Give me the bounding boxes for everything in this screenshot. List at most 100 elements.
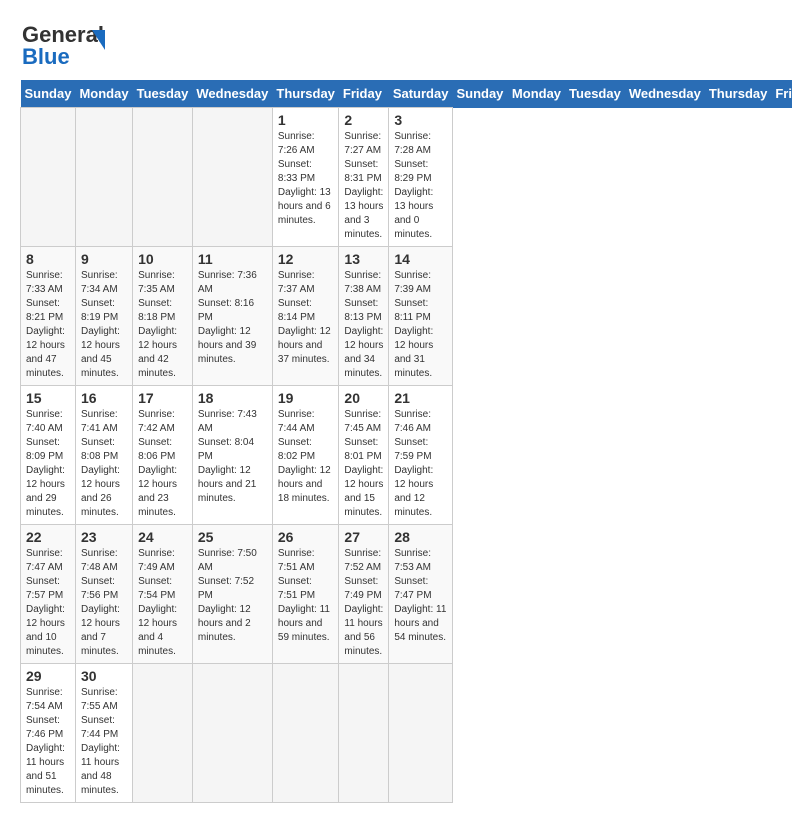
calendar-cell [272, 664, 339, 803]
day-header-sunday: Sunday [452, 80, 507, 108]
day-number: 22 [26, 529, 70, 545]
day-number: 21 [394, 390, 447, 406]
day-number: 10 [138, 251, 187, 267]
week-row-3: 22Sunrise: 7:47 AMSunset: 7:57 PMDayligh… [21, 525, 792, 664]
day-info: Sunrise: 7:54 AMSunset: 7:46 PMDaylight:… [26, 686, 70, 798]
day-info: Sunrise: 7:50 AMSunset: 7:52 PMDaylight:… [198, 547, 267, 645]
day-info: Sunrise: 7:33 AMSunset: 8:21 PMDaylight:… [26, 269, 70, 381]
day-number: 1 [278, 112, 334, 128]
logo-svg: GeneralBlue [20, 20, 110, 70]
calendar-cell: 20 Sunrise: 7:45 AMSunset: 8:01 PMDayligh… [339, 386, 389, 525]
day-number: 11 [198, 251, 267, 267]
day-number: 2 [344, 112, 383, 128]
calendar-table: SundayMondayTuesdayWednesdayThursdayFrid… [20, 80, 792, 803]
calendar-cell [389, 664, 453, 803]
day-header-friday: Friday [771, 80, 792, 108]
day-info: Sunrise: 7:45 AMSunset: 8:01 PMDaylight:… [344, 408, 383, 520]
day-info: Sunrise: 7:38 AMSunset: 8:13 PMDaylight:… [344, 269, 383, 381]
calendar-cell: 12 Sunrise: 7:37 AMSunset: 8:14 PMDayligh… [272, 247, 339, 386]
calendar-cell: 28 Sunrise: 7:53 AMSunset: 7:47 PMDayligh… [389, 525, 453, 664]
day-number: 25 [198, 529, 267, 545]
day-info: Sunrise: 7:28 AMSunset: 8:29 PMDaylight:… [394, 130, 447, 242]
day-number: 17 [138, 390, 187, 406]
day-info: Sunrise: 7:40 AMSunset: 8:09 PMDaylight:… [26, 408, 70, 520]
logo: GeneralBlue [20, 20, 110, 70]
day-header-friday: Friday [339, 80, 389, 108]
calendar-cell: 15 Sunrise: 7:40 AMSunset: 8:09 PMDayligh… [21, 386, 76, 525]
calendar-cell: 22Sunrise: 7:47 AMSunset: 7:57 PMDayligh… [21, 525, 76, 664]
day-info: Sunrise: 7:39 AMSunset: 8:11 PMDaylight:… [394, 269, 447, 381]
calendar-cell: 25 Sunrise: 7:50 AMSunset: 7:52 PMDayligh… [192, 525, 272, 664]
day-info: Sunrise: 7:34 AMSunset: 8:19 PMDaylight:… [81, 269, 127, 381]
day-header-saturday: Saturday [389, 80, 453, 108]
day-info: Sunrise: 7:37 AMSunset: 8:14 PMDaylight:… [278, 269, 334, 367]
day-header-wednesday: Wednesday [192, 80, 272, 108]
day-info: Sunrise: 7:42 AMSunset: 8:06 PMDaylight:… [138, 408, 187, 520]
calendar-cell: 11 Sunrise: 7:36 AMSunset: 8:16 PMDayligh… [192, 247, 272, 386]
day-number: 28 [394, 529, 447, 545]
day-info: Sunrise: 7:27 AMSunset: 8:31 PMDaylight:… [344, 130, 383, 242]
day-info: Sunrise: 7:36 AMSunset: 8:16 PMDaylight:… [198, 269, 267, 367]
day-info: Sunrise: 7:49 AMSunset: 7:54 PMDaylight:… [138, 547, 187, 659]
calendar-cell: 1 Sunrise: 7:26 AMSunset: 8:33 PMDaylight… [272, 108, 339, 247]
day-number: 20 [344, 390, 383, 406]
calendar-cell [75, 108, 132, 247]
week-row-4: 29 Sunrise: 7:54 AMSunset: 7:46 PMDayligh… [21, 664, 792, 803]
day-number: 14 [394, 251, 447, 267]
day-header-sunday: Sunday [21, 80, 76, 108]
day-number: 3 [394, 112, 447, 128]
calendar-cell: 29 Sunrise: 7:54 AMSunset: 7:46 PMDayligh… [21, 664, 76, 803]
day-info: Sunrise: 7:26 AMSunset: 8:33 PMDaylight:… [278, 130, 334, 228]
week-row-0: 1 Sunrise: 7:26 AMSunset: 8:33 PMDaylight… [21, 108, 792, 247]
header-row: SundayMondayTuesdayWednesdayThursdayFrid… [21, 80, 792, 108]
svg-text:Blue: Blue [22, 44, 70, 69]
day-number: 23 [81, 529, 127, 545]
calendar-cell: 18Sunrise: 7:43 AMSunset: 8:04 PMDayligh… [192, 386, 272, 525]
week-row-2: 15 Sunrise: 7:40 AMSunset: 8:09 PMDayligh… [21, 386, 792, 525]
calendar-cell: 21 Sunrise: 7:46 AMSunset: 7:59 PMDayligh… [389, 386, 453, 525]
day-number: 8 [26, 251, 70, 267]
calendar-cell: 16Sunrise: 7:41 AMSunset: 8:08 PMDayligh… [75, 386, 132, 525]
day-info: Sunrise: 7:35 AMSunset: 8:18 PMDaylight:… [138, 269, 187, 381]
calendar-cell: 14 Sunrise: 7:39 AMSunset: 8:11 PMDayligh… [389, 247, 453, 386]
day-header-tuesday: Tuesday [565, 80, 625, 108]
calendar-cell: 2 Sunrise: 7:27 AMSunset: 8:31 PMDaylight… [339, 108, 389, 247]
day-number: 18 [198, 390, 267, 406]
day-info: Sunrise: 7:51 AMSunset: 7:51 PMDaylight:… [278, 547, 334, 645]
day-info: Sunrise: 7:48 AMSunset: 7:56 PMDaylight:… [81, 547, 127, 659]
calendar-cell [192, 664, 272, 803]
day-info: Sunrise: 7:46 AMSunset: 7:59 PMDaylight:… [394, 408, 447, 520]
day-header-thursday: Thursday [272, 80, 339, 108]
day-number: 24 [138, 529, 187, 545]
day-header-monday: Monday [75, 80, 132, 108]
page-header: GeneralBlue [20, 20, 772, 70]
calendar-cell [21, 108, 76, 247]
day-info: Sunrise: 7:52 AMSunset: 7:49 PMDaylight:… [344, 547, 383, 659]
calendar-cell: 24 Sunrise: 7:49 AMSunset: 7:54 PMDayligh… [133, 525, 193, 664]
calendar-cell: 9 Sunrise: 7:34 AMSunset: 8:19 PMDaylight… [75, 247, 132, 386]
day-header-tuesday: Tuesday [133, 80, 193, 108]
calendar-cell: 17 Sunrise: 7:42 AMSunset: 8:06 PMDayligh… [133, 386, 193, 525]
week-row-1: 8 Sunrise: 7:33 AMSunset: 8:21 PMDaylight… [21, 247, 792, 386]
calendar-cell: 3 Sunrise: 7:28 AMSunset: 8:29 PMDaylight… [389, 108, 453, 247]
calendar-cell [133, 108, 193, 247]
day-number: 12 [278, 251, 334, 267]
calendar-cell: 23 Sunrise: 7:48 AMSunset: 7:56 PMDayligh… [75, 525, 132, 664]
day-number: 9 [81, 251, 127, 267]
calendar-cell [133, 664, 193, 803]
day-number: 26 [278, 529, 334, 545]
day-header-wednesday: Wednesday [625, 80, 705, 108]
day-info: Sunrise: 7:53 AMSunset: 7:47 PMDaylight:… [394, 547, 447, 645]
day-header-thursday: Thursday [705, 80, 772, 108]
day-info: Sunrise: 7:55 AMSunset: 7:44 PMDaylight:… [81, 686, 127, 798]
calendar-cell: 30Sunrise: 7:55 AMSunset: 7:44 PMDayligh… [75, 664, 132, 803]
calendar-cell [192, 108, 272, 247]
day-number: 27 [344, 529, 383, 545]
calendar-cell: 27 Sunrise: 7:52 AMSunset: 7:49 PMDayligh… [339, 525, 389, 664]
calendar-cell: 8 Sunrise: 7:33 AMSunset: 8:21 PMDaylight… [21, 247, 76, 386]
day-header-monday: Monday [508, 80, 565, 108]
calendar-cell: 26 Sunrise: 7:51 AMSunset: 7:51 PMDayligh… [272, 525, 339, 664]
calendar-cell [339, 664, 389, 803]
day-number: 15 [26, 390, 70, 406]
day-number: 29 [26, 668, 70, 684]
